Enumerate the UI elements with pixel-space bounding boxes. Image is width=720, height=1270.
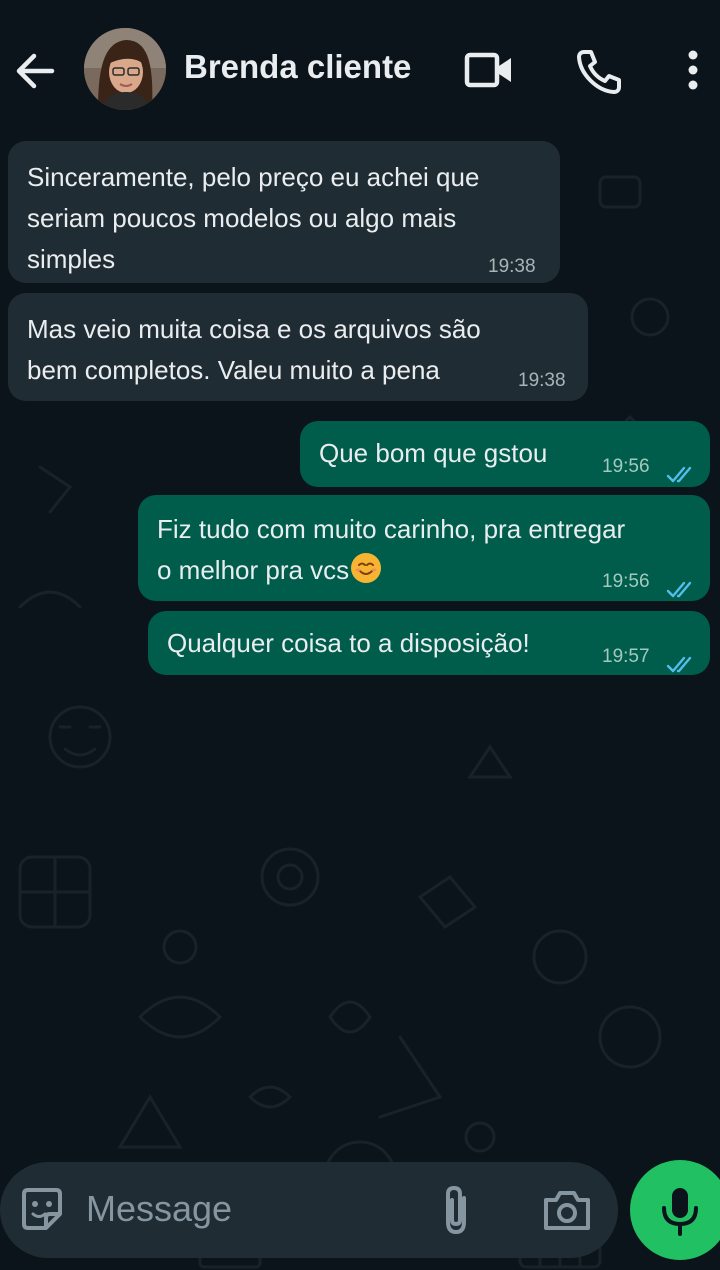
message-input[interactable]	[86, 1188, 416, 1230]
message-bubble-incoming[interactable]: Sinceramente, pelo preço eu achei que se…	[8, 141, 560, 283]
message-time: 19:38	[518, 370, 566, 391]
video-call-icon[interactable]	[462, 44, 516, 98]
message-time: 19:57	[602, 646, 650, 667]
message-time: 19:38	[488, 256, 536, 277]
message-bubble-outgoing[interactable]: Fiz tudo com muito carinho, pra entregar…	[138, 495, 710, 601]
chat-header: Brenda cliente	[0, 0, 720, 137]
smiling-face-emoji	[351, 553, 382, 583]
message-text: Mas veio muita coisa e os arquivos são b…	[27, 314, 481, 385]
message-time: 19:56	[602, 456, 650, 477]
contact-name[interactable]: Brenda cliente	[184, 48, 411, 86]
message-bubble-outgoing[interactable]: Qualquer coisa to a disposição! 19:57	[148, 611, 710, 675]
message-text: Sinceramente, pelo preço eu achei que se…	[27, 162, 480, 274]
avatar[interactable]	[84, 28, 166, 110]
microphone-button[interactable]	[630, 1160, 720, 1260]
back-arrow-icon[interactable]	[12, 48, 58, 94]
message-composer	[0, 1162, 618, 1258]
microphone-icon	[662, 1188, 698, 1236]
chat-area[interactable]: Sinceramente, pelo preço eu achei que se…	[0, 137, 720, 1270]
message-text: Qualquer coisa to a disposição!	[167, 628, 530, 658]
message-bubble-incoming[interactable]: Mas veio muita coisa e os arquivos são b…	[8, 293, 588, 401]
voice-call-icon[interactable]	[572, 44, 626, 98]
read-receipt-icon	[666, 571, 696, 598]
attach-icon[interactable]	[432, 1182, 480, 1243]
sticker-icon[interactable]	[16, 1184, 68, 1241]
camera-icon[interactable]	[540, 1184, 594, 1241]
message-text: Que bom que gstou	[319, 438, 548, 468]
more-options-icon[interactable]	[668, 44, 718, 98]
message-bubble-outgoing[interactable]: Que bom que gstou 19:56	[300, 421, 710, 487]
read-receipt-icon	[666, 646, 696, 673]
message-text: Fiz tudo com muito carinho, pra entregar…	[157, 514, 626, 585]
read-receipt-icon	[666, 456, 696, 483]
message-time: 19:56	[602, 571, 650, 592]
